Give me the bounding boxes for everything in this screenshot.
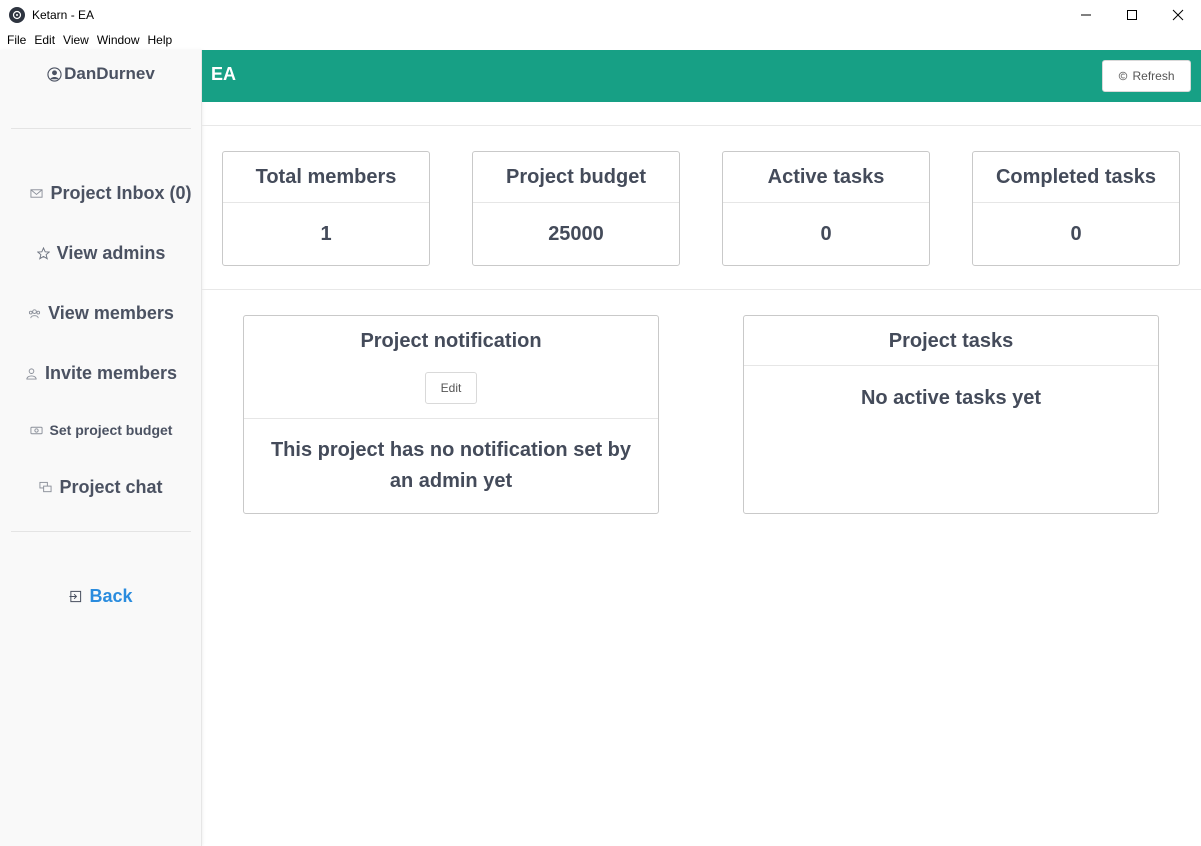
menu-bar: File Edit View Window Help [0, 30, 1201, 50]
sidebar-item-view-admins[interactable]: View admins [0, 242, 202, 264]
sidebar-item-label: Set project budget [49, 422, 173, 438]
content-divider [202, 289, 1201, 290]
username: DanDurnev [64, 64, 155, 83]
title-bar: Ketarn - EA [0, 0, 1201, 30]
stat-card-active-tasks: Active tasks 0 [722, 151, 930, 266]
sidebar-item-label: Project Inbox (0) [50, 182, 192, 203]
minimize-button[interactable] [1063, 0, 1109, 30]
money-icon [30, 426, 43, 434]
user-add-icon [26, 367, 37, 380]
project-tasks-panel: Project tasks No active tasks yet [743, 315, 1159, 514]
stat-label: Project budget [473, 152, 679, 203]
user-icon [47, 66, 62, 82]
menu-edit[interactable]: Edit [30, 30, 59, 50]
refresh-icon [1119, 71, 1128, 81]
close-button[interactable] [1155, 0, 1201, 30]
stat-card-total-members: Total members 1 [222, 151, 430, 266]
stat-value: 0 [1070, 222, 1082, 245]
maximize-button[interactable] [1109, 0, 1155, 30]
stat-card-completed-tasks: Completed tasks 0 [972, 151, 1180, 266]
app-logo-icon [9, 7, 25, 23]
tasks-empty-message: No active tasks yet [860, 387, 1042, 409]
stat-label: Active tasks [723, 152, 929, 203]
panel-divider [744, 365, 1158, 366]
star-icon [36, 246, 50, 260]
sidebar-item-label: Project chat [59, 476, 163, 497]
panel-title: Project tasks [888, 330, 1014, 352]
menu-view[interactable]: View [59, 30, 93, 50]
exit-icon [69, 590, 82, 602]
top-header: EA Refresh [202, 50, 1201, 102]
sidebar-item-set-project-budget[interactable]: Set project budget [0, 421, 202, 439]
stat-card-project-budget: Project budget 25000 [472, 151, 680, 266]
edit-notification-button[interactable]: Edit [425, 372, 477, 404]
maximize-icon [1127, 10, 1137, 20]
sidebar-item-project-inbox[interactable]: Project Inbox (0) [0, 182, 202, 204]
stat-value: 1 [320, 222, 332, 245]
sidebar-divider [11, 531, 191, 532]
sidebar-item-label: View members [48, 302, 174, 323]
notification-message: This project has no notification set by … [244, 435, 658, 497]
panel-divider [244, 418, 658, 419]
notification-message-line: This project has no notification set by [270, 439, 632, 461]
stat-value: 0 [820, 222, 832, 245]
sidebar-item-label: View admins [56, 242, 166, 263]
group-icon [29, 308, 41, 318]
window-title: Ketarn - EA [32, 8, 95, 22]
back-link[interactable]: Back [0, 585, 202, 607]
content-divider [202, 125, 1201, 126]
panel-title: Project notification [360, 330, 542, 352]
sidebar-item-project-chat[interactable]: Project chat [0, 476, 202, 498]
project-notification-panel: Project notification Edit This project h… [243, 315, 659, 514]
stat-label: Total members [223, 152, 429, 203]
menu-window[interactable]: Window [93, 30, 144, 50]
sidebar-item-invite-members[interactable]: Invite members [0, 362, 202, 384]
menu-help[interactable]: Help [144, 30, 177, 50]
sidebar: DanDurnev Project Inbox (0) View admins … [0, 50, 202, 846]
close-icon [1172, 9, 1184, 21]
minimize-icon [1081, 14, 1091, 16]
stat-label: Completed tasks [973, 152, 1179, 203]
sidebar-divider [11, 128, 191, 129]
sidebar-item-view-members[interactable]: View members [0, 302, 202, 324]
notification-message-line: an admin yet [389, 470, 513, 492]
user-profile[interactable]: DanDurnev [0, 64, 202, 84]
chat-icon [39, 481, 53, 492]
refresh-button[interactable]: Refresh [1102, 60, 1191, 92]
stat-value: 25000 [548, 222, 604, 245]
envelope-icon [30, 188, 44, 198]
page-title: EA [211, 64, 237, 84]
back-label: Back [89, 585, 133, 606]
refresh-label: Refresh [1132, 69, 1175, 83]
sidebar-item-label: Invite members [44, 362, 178, 383]
menu-file[interactable]: File [3, 30, 30, 50]
